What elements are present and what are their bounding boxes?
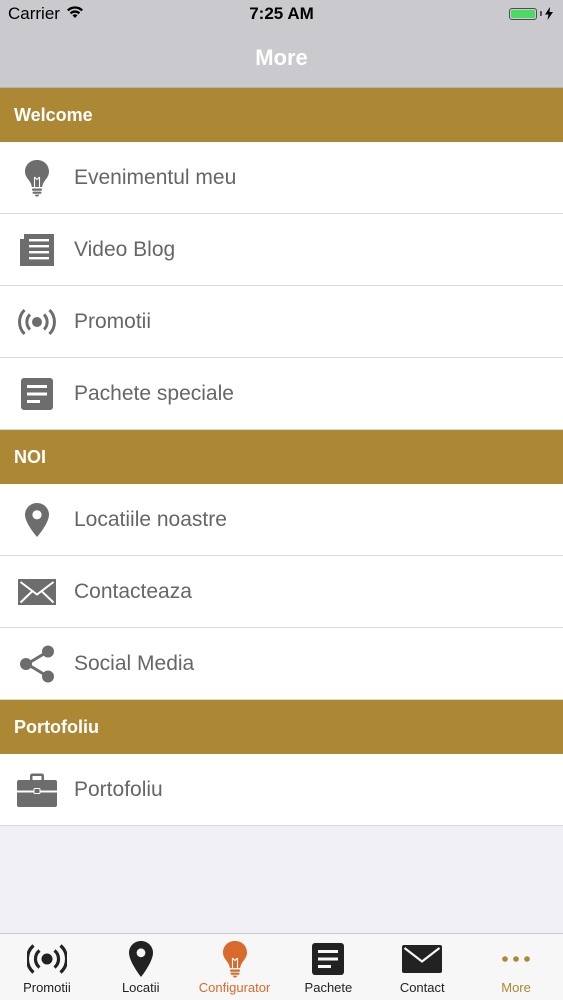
menu-item-label: Video Blog [74, 237, 176, 261]
status-bar: Carrier 7:25 AM [0, 0, 563, 28]
tab-contact[interactable]: Contact [375, 934, 469, 1000]
tab-more[interactable]: More [469, 934, 563, 1000]
menu-item-promotii[interactable]: Promotii [0, 286, 563, 358]
tab-label: Locatii [121, 980, 160, 995]
nav-bar: More [0, 28, 563, 88]
charging-bolt-icon [545, 7, 553, 20]
section-title: Portofoliu [14, 716, 99, 737]
battery-icon [509, 7, 553, 20]
menu-item-label: Locatiile noastre [74, 507, 227, 531]
menu-item-label: Social Media [74, 651, 195, 675]
tab-bar: Promotii Locatii Configurator Pachete Co… [0, 933, 563, 1000]
tab-label: More [501, 980, 531, 995]
broadcast-icon [26, 940, 67, 978]
menu-item-label: Contacteaza [74, 579, 192, 603]
status-time: 7:25 AM [249, 4, 314, 23]
section-title: NOI [14, 446, 47, 467]
section-header-portofoliu: Portofoliu [0, 700, 563, 754]
envelope-icon [0, 578, 74, 605]
map-pin-icon [128, 940, 153, 978]
menu-item-social-media[interactable]: Social Media [0, 628, 563, 700]
map-pin-icon [0, 502, 74, 537]
section-header-noi: NOI [0, 430, 563, 484]
menu-item-pachete-speciale[interactable]: Pachete speciale [0, 358, 563, 430]
menu-item-label: Portofoliu [74, 777, 163, 801]
lightbulb-icon [0, 159, 74, 197]
menu-item-locatiile-noastre[interactable]: Locatiile noastre [0, 484, 563, 556]
menu-item-video-blog[interactable]: Video Blog [0, 214, 563, 286]
more-list: Welcome Evenimentul meu Video Blog Promo… [0, 88, 563, 826]
menu-item-evenimentul-meu[interactable]: Evenimentul meu [0, 142, 563, 214]
share-icon [0, 645, 74, 683]
more-dots-icon [501, 940, 531, 978]
section-header-welcome: Welcome [0, 88, 563, 142]
tab-locatii[interactable]: Locatii [94, 934, 188, 1000]
menu-item-portofoliu[interactable]: Portofoliu [0, 754, 563, 826]
tab-label: Contact [399, 980, 445, 995]
menu-item-label: Promotii [74, 309, 152, 333]
menu-item-contacteaza[interactable]: Contacteaza [0, 556, 563, 628]
tab-configurator[interactable]: Configurator [188, 934, 282, 1000]
menu-item-label: Evenimentul meu [74, 165, 237, 189]
tab-promotii[interactable]: Promotii [0, 934, 94, 1000]
section-title: Welcome [14, 104, 93, 125]
tab-label: Configurator [198, 980, 271, 995]
page-title: More [255, 44, 308, 70]
briefcase-icon [0, 773, 74, 807]
broadcast-icon [0, 308, 74, 335]
lightbulb-icon [222, 940, 248, 978]
menu-item-label: Pachete speciale [74, 381, 234, 405]
tab-label: Pachete [304, 980, 353, 995]
newspaper-icon [0, 233, 74, 266]
document-icon [0, 377, 74, 410]
envelope-icon [402, 940, 443, 978]
tab-label: Promotii [23, 980, 71, 995]
tab-pachete[interactable]: Pachete [281, 934, 375, 1000]
document-icon [312, 940, 345, 978]
